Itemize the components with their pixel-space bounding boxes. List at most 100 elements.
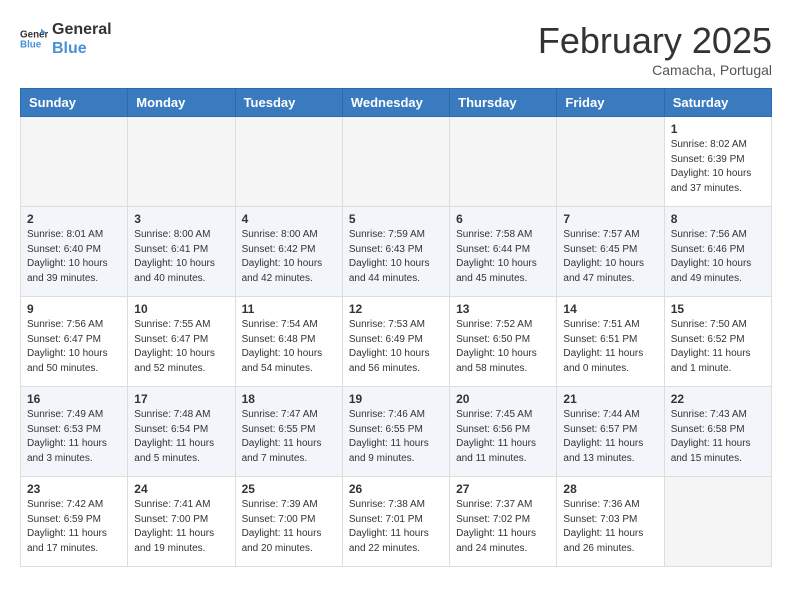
- calendar-cell: 4 Sunrise: 8:00 AM Sunset: 6:42 PM Daylig…: [235, 207, 342, 297]
- svg-text:Blue: Blue: [20, 40, 42, 51]
- day-info: Sunrise: 8:00 AM Sunset: 6:41 PM Dayligh…: [134, 228, 228, 286]
- calendar-cell: 12 Sunrise: 7:53 AM Sunset: 6:49 PM Dayli…: [342, 297, 449, 387]
- month-title: February 2025: [538, 20, 772, 62]
- calendar-cell: 25 Sunrise: 7:39 AM Sunset: 7:00 PM Dayli…: [235, 477, 342, 567]
- calendar-week-row: 1 Sunrise: 8:02 AM Sunset: 6:39 PM Daylig…: [21, 117, 772, 207]
- location: Camacha, Portugal: [538, 62, 772, 78]
- logo: General Blue General Blue: [20, 20, 112, 58]
- calendar-cell: 22 Sunrise: 7:43 AM Sunset: 6:58 PM Dayli…: [664, 387, 771, 477]
- calendar-cell: 6 Sunrise: 7:58 AM Sunset: 6:44 PM Daylig…: [450, 207, 557, 297]
- page-header: General Blue General Blue February 2025 …: [20, 20, 772, 78]
- calendar-cell: 5 Sunrise: 7:59 AM Sunset: 6:43 PM Daylig…: [342, 207, 449, 297]
- calendar-cell: [450, 117, 557, 207]
- day-number: 1: [671, 122, 765, 136]
- day-info: Sunrise: 7:48 AM Sunset: 6:54 PM Dayligh…: [134, 408, 228, 466]
- day-number: 8: [671, 212, 765, 226]
- calendar-cell: 18 Sunrise: 7:47 AM Sunset: 6:55 PM Dayli…: [235, 387, 342, 477]
- day-info: Sunrise: 7:58 AM Sunset: 6:44 PM Dayligh…: [456, 228, 550, 286]
- calendar-cell: 24 Sunrise: 7:41 AM Sunset: 7:00 PM Dayli…: [128, 477, 235, 567]
- calendar-cell: 26 Sunrise: 7:38 AM Sunset: 7:01 PM Dayli…: [342, 477, 449, 567]
- weekday-header: Wednesday: [342, 89, 449, 117]
- day-info: Sunrise: 7:49 AM Sunset: 6:53 PM Dayligh…: [27, 408, 121, 466]
- calendar-week-row: 16 Sunrise: 7:49 AM Sunset: 6:53 PM Dayli…: [21, 387, 772, 477]
- day-info: Sunrise: 7:53 AM Sunset: 6:49 PM Dayligh…: [349, 318, 443, 376]
- day-number: 7: [563, 212, 657, 226]
- calendar-week-row: 23 Sunrise: 7:42 AM Sunset: 6:59 PM Dayli…: [21, 477, 772, 567]
- calendar-week-row: 9Sunrise: 7:56 AM Sunset: 6:47 PM Daylig…: [21, 297, 772, 387]
- calendar-cell: 20Sunrise: 7:45 AM Sunset: 6:56 PM Dayli…: [450, 387, 557, 477]
- day-info: Sunrise: 8:02 AM Sunset: 6:39 PM Dayligh…: [671, 138, 765, 196]
- logo-icon: General Blue: [20, 25, 48, 53]
- day-number: 15: [671, 302, 765, 316]
- calendar-cell: [128, 117, 235, 207]
- weekday-header: Friday: [557, 89, 664, 117]
- calendar-week-row: 2Sunrise: 8:01 AM Sunset: 6:40 PM Daylig…: [21, 207, 772, 297]
- day-info: Sunrise: 7:59 AM Sunset: 6:43 PM Dayligh…: [349, 228, 443, 286]
- calendar-cell: 8 Sunrise: 7:56 AM Sunset: 6:46 PM Daylig…: [664, 207, 771, 297]
- day-info: Sunrise: 7:47 AM Sunset: 6:55 PM Dayligh…: [242, 408, 336, 466]
- day-number: 22: [671, 392, 765, 406]
- weekday-header: Monday: [128, 89, 235, 117]
- calendar-cell: 23 Sunrise: 7:42 AM Sunset: 6:59 PM Dayli…: [21, 477, 128, 567]
- day-number: 17: [134, 392, 228, 406]
- day-info: Sunrise: 8:00 AM Sunset: 6:42 PM Dayligh…: [242, 228, 336, 286]
- calendar-cell: 14Sunrise: 7:51 AM Sunset: 6:51 PM Dayli…: [557, 297, 664, 387]
- day-number: 26: [349, 482, 443, 496]
- calendar-header-row: SundayMondayTuesdayWednesdayThursdayFrid…: [21, 89, 772, 117]
- day-number: 27: [456, 482, 550, 496]
- calendar-cell: 2Sunrise: 8:01 AM Sunset: 6:40 PM Daylig…: [21, 207, 128, 297]
- day-number: 25: [242, 482, 336, 496]
- calendar-cell: 21Sunrise: 7:44 AM Sunset: 6:57 PM Dayli…: [557, 387, 664, 477]
- calendar-cell: 16 Sunrise: 7:49 AM Sunset: 6:53 PM Dayli…: [21, 387, 128, 477]
- day-info: Sunrise: 7:42 AM Sunset: 6:59 PM Dayligh…: [27, 498, 121, 556]
- day-number: 11: [242, 302, 336, 316]
- day-number: 23: [27, 482, 121, 496]
- day-info: Sunrise: 7:43 AM Sunset: 6:58 PM Dayligh…: [671, 408, 765, 466]
- calendar-cell: 7Sunrise: 7:57 AM Sunset: 6:45 PM Daylig…: [557, 207, 664, 297]
- day-info: Sunrise: 7:36 AM Sunset: 7:03 PM Dayligh…: [563, 498, 657, 556]
- day-info: Sunrise: 7:54 AM Sunset: 6:48 PM Dayligh…: [242, 318, 336, 376]
- day-number: 19: [349, 392, 443, 406]
- day-info: Sunrise: 7:39 AM Sunset: 7:00 PM Dayligh…: [242, 498, 336, 556]
- day-number: 16: [27, 392, 121, 406]
- day-number: 10: [134, 302, 228, 316]
- day-number: 18: [242, 392, 336, 406]
- day-info: Sunrise: 7:41 AM Sunset: 7:00 PM Dayligh…: [134, 498, 228, 556]
- logo-blue: Blue: [52, 39, 112, 58]
- calendar-cell: 9Sunrise: 7:56 AM Sunset: 6:47 PM Daylig…: [21, 297, 128, 387]
- day-number: 13: [456, 302, 550, 316]
- day-number: 5: [349, 212, 443, 226]
- day-info: Sunrise: 7:38 AM Sunset: 7:01 PM Dayligh…: [349, 498, 443, 556]
- day-number: 6: [456, 212, 550, 226]
- weekday-header: Sunday: [21, 89, 128, 117]
- day-number: 12: [349, 302, 443, 316]
- calendar-cell: 19 Sunrise: 7:46 AM Sunset: 6:55 PM Dayli…: [342, 387, 449, 477]
- day-number: 4: [242, 212, 336, 226]
- day-info: Sunrise: 7:46 AM Sunset: 6:55 PM Dayligh…: [349, 408, 443, 466]
- calendar-cell: 3 Sunrise: 8:00 AM Sunset: 6:41 PM Daylig…: [128, 207, 235, 297]
- day-info: Sunrise: 7:45 AM Sunset: 6:56 PM Dayligh…: [456, 408, 550, 466]
- day-number: 14: [563, 302, 657, 316]
- day-number: 3: [134, 212, 228, 226]
- calendar-cell: 10 Sunrise: 7:55 AM Sunset: 6:47 PM Dayli…: [128, 297, 235, 387]
- calendar-cell: [21, 117, 128, 207]
- day-number: 24: [134, 482, 228, 496]
- calendar-cell: [664, 477, 771, 567]
- calendar-cell: [342, 117, 449, 207]
- title-block: February 2025 Camacha, Portugal: [538, 20, 772, 78]
- day-number: 2: [27, 212, 121, 226]
- day-info: Sunrise: 7:55 AM Sunset: 6:47 PM Dayligh…: [134, 318, 228, 376]
- calendar-cell: [557, 117, 664, 207]
- calendar-cell: 11 Sunrise: 7:54 AM Sunset: 6:48 PM Dayli…: [235, 297, 342, 387]
- logo-general: General: [52, 20, 112, 39]
- day-info: Sunrise: 7:50 AM Sunset: 6:52 PM Dayligh…: [671, 318, 765, 376]
- day-info: Sunrise: 7:37 AM Sunset: 7:02 PM Dayligh…: [456, 498, 550, 556]
- weekday-header: Tuesday: [235, 89, 342, 117]
- calendar-cell: 13Sunrise: 7:52 AM Sunset: 6:50 PM Dayli…: [450, 297, 557, 387]
- day-info: Sunrise: 7:56 AM Sunset: 6:47 PM Dayligh…: [27, 318, 121, 376]
- calendar-cell: [235, 117, 342, 207]
- day-info: Sunrise: 7:44 AM Sunset: 6:57 PM Dayligh…: [563, 408, 657, 466]
- weekday-header: Thursday: [450, 89, 557, 117]
- day-info: Sunrise: 7:56 AM Sunset: 6:46 PM Dayligh…: [671, 228, 765, 286]
- day-number: 28: [563, 482, 657, 496]
